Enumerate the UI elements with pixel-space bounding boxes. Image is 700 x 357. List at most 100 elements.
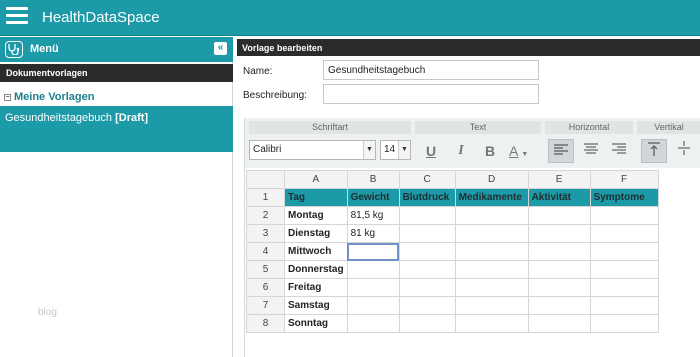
cell[interactable] <box>454 260 529 279</box>
cell[interactable] <box>454 206 529 225</box>
cell[interactable] <box>527 278 591 297</box>
formatting-ribbon: Schriftart Text Horizontal Vertikal Cali… <box>245 118 700 168</box>
cell[interactable] <box>589 242 659 261</box>
header-cell[interactable]: Medikamente <box>454 188 529 207</box>
table-row: 8 Sonntag <box>246 314 659 333</box>
my-templates-tree-node[interactable]: − Meine Vorlagen <box>4 91 94 103</box>
align-center-button[interactable] <box>578 139 604 163</box>
cell[interactable] <box>589 224 659 243</box>
cell[interactable] <box>398 224 456 243</box>
header-cell[interactable]: Blutdruck <box>398 188 456 207</box>
cell[interactable] <box>527 206 591 225</box>
cell[interactable] <box>398 278 456 297</box>
cell[interactable] <box>346 260 400 279</box>
cell[interactable] <box>454 242 529 261</box>
italic-button[interactable]: I <box>448 139 474 163</box>
menu-header[interactable]: Menü « <box>0 37 233 62</box>
column-header[interactable]: D <box>454 170 529 189</box>
cell[interactable]: Montag <box>284 206 348 225</box>
column-header[interactable]: E <box>527 170 591 189</box>
font-family-select[interactable]: Calibri ▼ <box>249 140 376 160</box>
cell[interactable] <box>398 206 456 225</box>
row-header[interactable]: 4 <box>246 242 285 261</box>
column-header[interactable]: A <box>284 170 348 189</box>
edit-template-header: Vorlage bearbeiten <box>237 39 700 56</box>
font-color-button[interactable]: A ▼ <box>505 139 537 163</box>
group-horizontal-label: Horizontal <box>545 121 633 134</box>
row-header[interactable]: 7 <box>246 296 285 315</box>
main-panel: Vorlage bearbeiten Name: Beschreibung: S… <box>237 37 700 357</box>
cell[interactable]: 81,5 kg <box>346 206 400 225</box>
watermark: blog <box>38 307 57 318</box>
align-top-button[interactable] <box>641 139 667 163</box>
description-input[interactable] <box>323 84 539 104</box>
table-row: 6 Freitag <box>246 278 659 297</box>
align-middle-button[interactable] <box>671 139 697 163</box>
table-row: 3 Dienstag 81 kg <box>246 224 659 243</box>
cell[interactable]: Dienstag <box>284 224 348 243</box>
cell[interactable] <box>346 314 400 333</box>
corner-cell[interactable] <box>246 170 285 189</box>
cell[interactable] <box>398 260 456 279</box>
cell[interactable]: Freitag <box>284 278 348 297</box>
cell[interactable] <box>589 278 659 297</box>
collapse-sidebar-button[interactable]: « <box>214 42 227 55</box>
align-left-button[interactable] <box>548 139 574 163</box>
column-header[interactable]: B <box>346 170 400 189</box>
cell[interactable] <box>527 314 591 333</box>
name-label: Name: <box>243 66 273 77</box>
tree-collapse-icon[interactable]: − <box>4 94 11 101</box>
cell[interactable] <box>589 260 659 279</box>
template-item-gesundheitstagebuch[interactable]: Gesundheitstagebuch [Draft] <box>0 106 233 152</box>
cell[interactable] <box>454 296 529 315</box>
menu-label: Menü <box>30 43 59 55</box>
cell[interactable] <box>527 260 591 279</box>
row-header[interactable]: 1 <box>246 188 285 207</box>
cell[interactable] <box>589 206 659 225</box>
header-cell[interactable]: Aktivität <box>527 188 591 207</box>
row-header[interactable]: 2 <box>246 206 285 225</box>
header-cell[interactable]: Symptome <box>589 188 659 207</box>
table-row: 4 Mittwoch <box>246 242 659 261</box>
cell[interactable]: Donnerstag <box>284 260 348 279</box>
cell[interactable]: 81 kg <box>346 224 400 243</box>
group-text-label: Text <box>415 121 541 134</box>
cell[interactable] <box>527 242 591 261</box>
row-header[interactable]: 3 <box>246 224 285 243</box>
row-header[interactable]: 8 <box>246 314 285 333</box>
cell[interactable] <box>398 314 456 333</box>
cell[interactable] <box>346 278 400 297</box>
table-row: 7 Samstag <box>246 296 659 315</box>
cell[interactable] <box>398 242 456 261</box>
description-label: Beschreibung: <box>243 90 307 101</box>
group-vertical-label: Vertikal <box>637 121 700 134</box>
header-cell[interactable]: Tag <box>284 188 348 207</box>
selected-cell[interactable] <box>346 242 400 261</box>
my-templates-label: Meine Vorlagen <box>14 91 95 103</box>
bold-button[interactable]: B <box>477 139 503 163</box>
cell[interactable] <box>589 314 659 333</box>
underline-button[interactable]: U <box>418 139 444 163</box>
cell[interactable] <box>527 224 591 243</box>
cell[interactable] <box>454 224 529 243</box>
row-header[interactable]: 5 <box>246 260 285 279</box>
cell[interactable] <box>589 296 659 315</box>
cell[interactable]: Sonntag <box>284 314 348 333</box>
table-row: 2 Montag 81,5 kg <box>246 206 659 225</box>
column-header[interactable]: C <box>398 170 456 189</box>
cell[interactable] <box>527 296 591 315</box>
cell[interactable] <box>454 314 529 333</box>
column-header[interactable]: F <box>589 170 659 189</box>
cell[interactable]: Samstag <box>284 296 348 315</box>
cell[interactable] <box>346 296 400 315</box>
align-right-button[interactable] <box>606 139 632 163</box>
name-input[interactable] <box>323 60 539 80</box>
font-size-select[interactable]: 14 ▼ <box>380 140 411 160</box>
header-cell[interactable]: Gewicht <box>346 188 400 207</box>
cell[interactable] <box>454 278 529 297</box>
cell[interactable] <box>398 296 456 315</box>
row-header[interactable]: 6 <box>246 278 285 297</box>
cell[interactable]: Mittwoch <box>284 242 348 261</box>
document-templates-header: Dokumentvorlagen <box>0 64 233 82</box>
hamburger-menu-icon[interactable] <box>6 7 28 27</box>
